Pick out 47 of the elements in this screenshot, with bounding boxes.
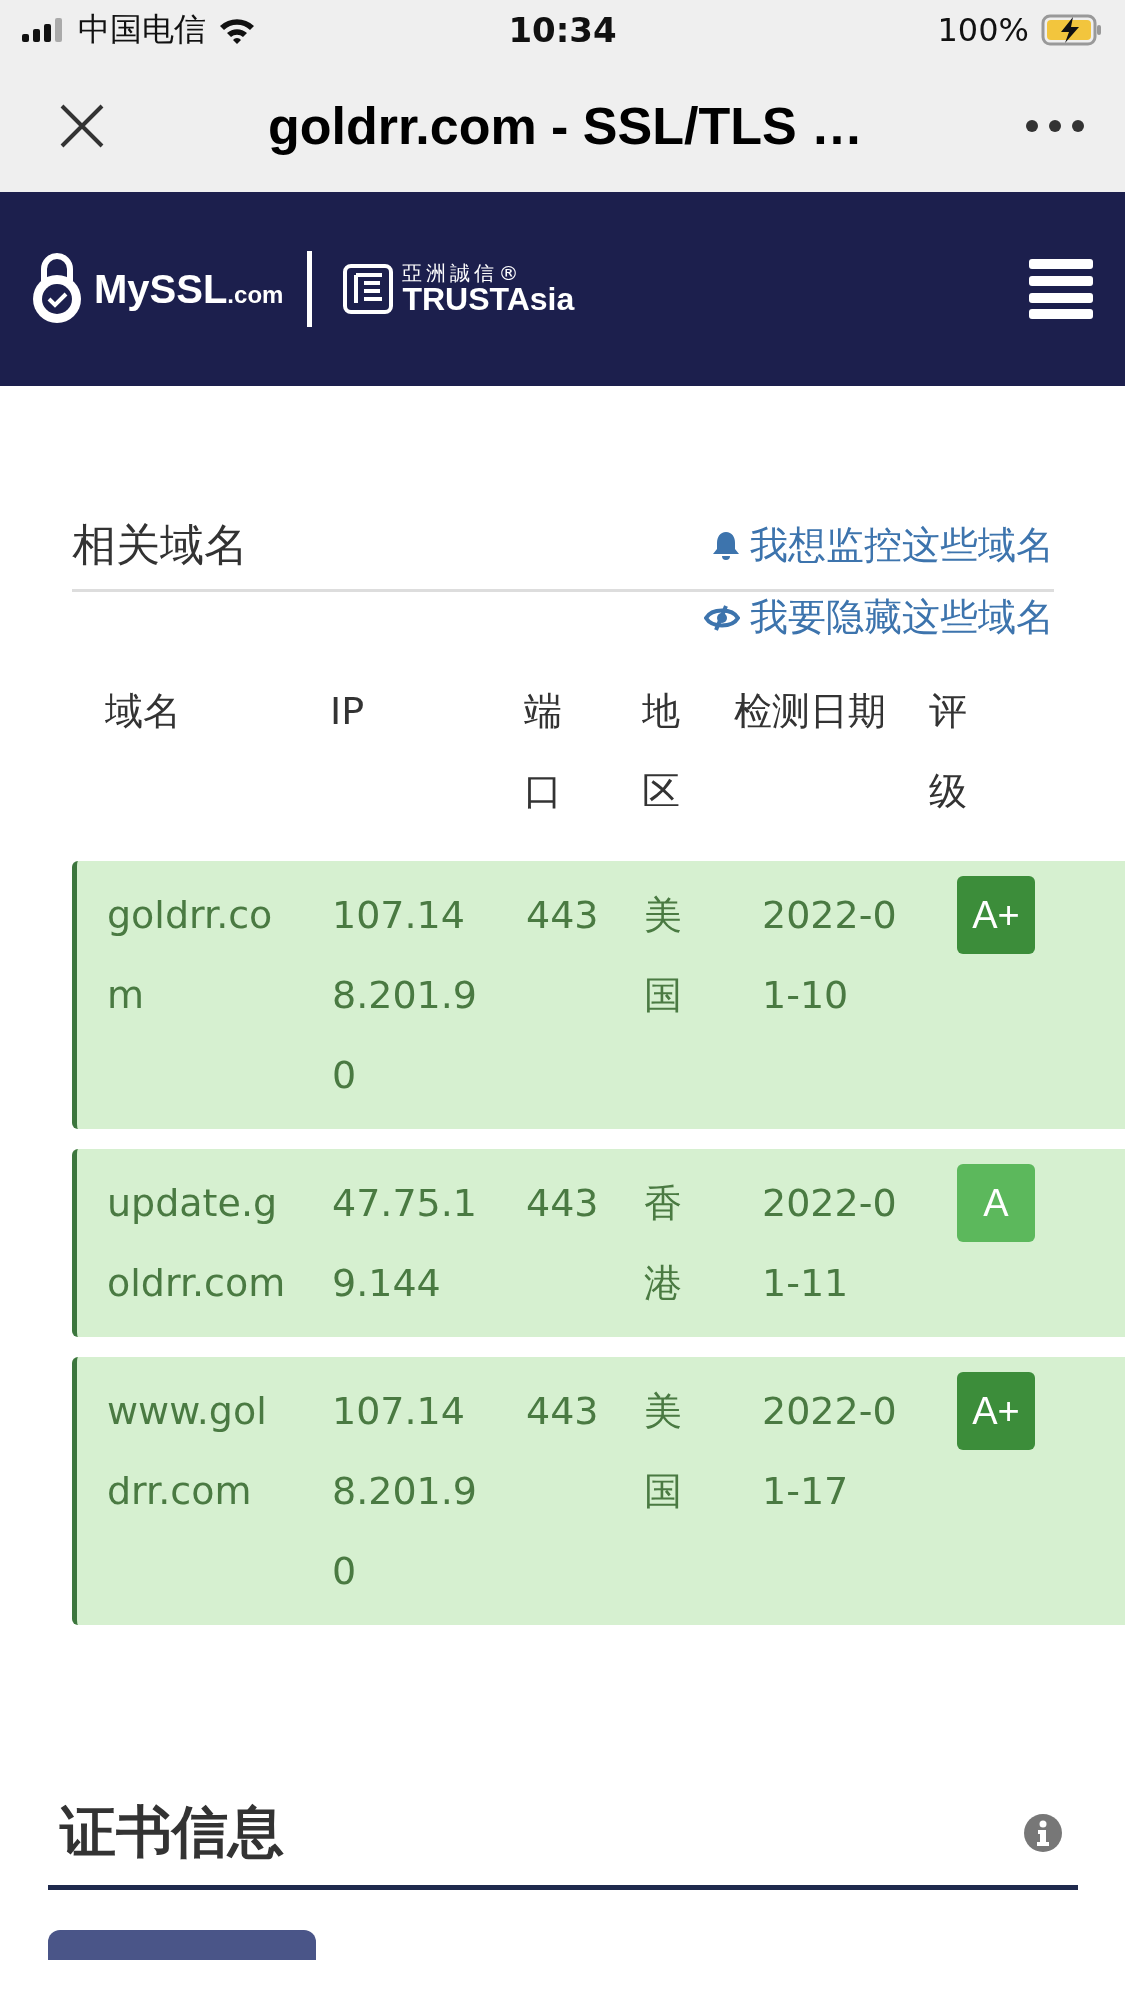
carrier-name: 中国电信 [78, 9, 206, 50]
domain-row[interactable]: www.goldrr.com 107.148.201.90 443 美国 2022-01-17 A+ [72, 1357, 1125, 1625]
column-header: 评级 [929, 688, 968, 815]
section-title: 证书信息 [60, 1798, 284, 1866]
grade-badge: A [957, 1164, 1035, 1242]
battery-percent: 100% [937, 11, 1029, 49]
close-icon[interactable] [58, 102, 106, 150]
date-cell-text: 2022-01-17 [762, 1388, 898, 1515]
hide-domains-link[interactable]: 我要隐藏这些域名 [704, 592, 1054, 643]
grade-badge: A+ [957, 876, 1035, 954]
page-title: goldrr.com - SSL/TLS … [266, 96, 865, 156]
partner-name-chinese: 亞洲誠信® [402, 263, 524, 283]
domain-row[interactable]: update.goldrr.com 47.75.19.144 443 香港 2022-01-11 A [72, 1149, 1125, 1337]
domain-cell-text: update.goldrr.com [107, 1180, 287, 1307]
trustasia-logo-text: TRUSTAsia [402, 283, 575, 315]
date-cell-text: 2022-01-11 [762, 1180, 898, 1307]
region-cell-text: 美国 [644, 1388, 683, 1515]
info-icon[interactable] [1024, 1814, 1062, 1852]
region-cell-text: 美国 [644, 892, 683, 1019]
grade-badge: A+ [957, 1372, 1035, 1450]
column-header: 检测日期 [734, 688, 887, 735]
bell-icon [712, 529, 740, 562]
ip-cell-text: 107.148.201.90 [332, 892, 479, 1099]
myssl-logo-text: MySSL.com [94, 266, 284, 312]
clock-time: 10:34 [508, 10, 617, 50]
domain-row[interactable]: goldrr.com 107.148.201.90 443 美国 2022-01-10 A+ [72, 861, 1125, 1129]
column-header: 域名 [105, 688, 182, 735]
port-cell-text: 443 [526, 1180, 600, 1227]
more-icon[interactable] [1025, 119, 1085, 133]
trustasia-emblem-icon [342, 263, 395, 315]
domain-cell-text: goldrr.com [107, 892, 274, 1019]
ip-cell-text: 107.148.201.90 [332, 1388, 479, 1595]
hidden-eye-icon [704, 603, 740, 632]
column-header: IP [330, 688, 366, 735]
column-header: 地区 [642, 688, 681, 815]
port-cell-text: 443 [526, 892, 600, 939]
section-title: 相关域名 [72, 518, 248, 572]
date-cell-text: 2022-01-10 [762, 892, 898, 1019]
column-header: 端口 [524, 688, 563, 815]
menu-icon [1029, 259, 1093, 319]
domain-cell-text: www.goldrr.com [107, 1388, 268, 1515]
wifi-icon [218, 16, 256, 44]
ip-cell-text: 47.75.19.144 [332, 1180, 479, 1307]
monitor-domains-link[interactable]: 我想监控这些域名 [712, 520, 1054, 571]
menu-button[interactable] [1029, 259, 1093, 319]
region-cell-text: 香港 [644, 1180, 683, 1307]
port-cell-text: 443 [526, 1388, 600, 1435]
